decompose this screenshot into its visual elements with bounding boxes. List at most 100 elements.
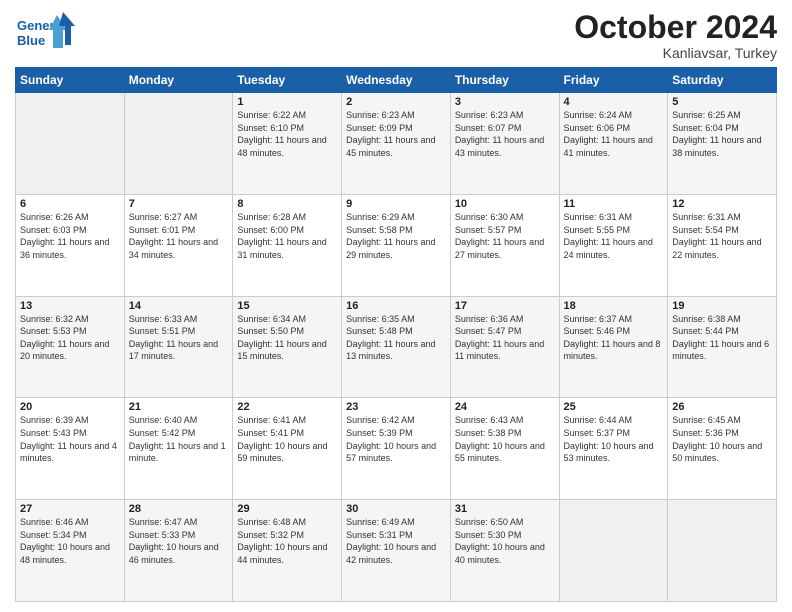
day-info: Sunrise: 6:32 AM Sunset: 5:53 PM Dayligh… [20,313,120,363]
col-wednesday: Wednesday [342,68,451,93]
day-number: 31 [455,503,555,515]
day-info: Sunrise: 6:25 AM Sunset: 6:04 PM Dayligh… [672,109,772,159]
table-row: 6Sunrise: 6:26 AM Sunset: 6:03 PM Daylig… [16,194,125,296]
table-row: 16Sunrise: 6:35 AM Sunset: 5:48 PM Dayli… [342,296,451,398]
table-row: 11Sunrise: 6:31 AM Sunset: 5:55 PM Dayli… [559,194,668,296]
day-info: Sunrise: 6:47 AM Sunset: 5:33 PM Dayligh… [129,516,229,566]
day-info: Sunrise: 6:27 AM Sunset: 6:01 PM Dayligh… [129,211,229,261]
table-row: 17Sunrise: 6:36 AM Sunset: 5:47 PM Dayli… [450,296,559,398]
day-number: 18 [564,300,664,312]
day-info: Sunrise: 6:26 AM Sunset: 6:03 PM Dayligh… [20,211,120,261]
table-row: 13Sunrise: 6:32 AM Sunset: 5:53 PM Dayli… [16,296,125,398]
day-info: Sunrise: 6:49 AM Sunset: 5:31 PM Dayligh… [346,516,446,566]
col-thursday: Thursday [450,68,559,93]
day-info: Sunrise: 6:31 AM Sunset: 5:54 PM Dayligh… [672,211,772,261]
day-info: Sunrise: 6:24 AM Sunset: 6:06 PM Dayligh… [564,109,664,159]
day-info: Sunrise: 6:43 AM Sunset: 5:38 PM Dayligh… [455,414,555,464]
table-row: 20Sunrise: 6:39 AM Sunset: 5:43 PM Dayli… [16,398,125,500]
day-number: 8 [237,198,337,210]
day-number: 19 [672,300,772,312]
day-number: 17 [455,300,555,312]
day-number: 11 [564,198,664,210]
day-info: Sunrise: 6:42 AM Sunset: 5:39 PM Dayligh… [346,414,446,464]
day-number: 16 [346,300,446,312]
day-number: 15 [237,300,337,312]
day-info: Sunrise: 6:45 AM Sunset: 5:36 PM Dayligh… [672,414,772,464]
day-info: Sunrise: 6:35 AM Sunset: 5:48 PM Dayligh… [346,313,446,363]
table-row: 29Sunrise: 6:48 AM Sunset: 5:32 PM Dayli… [233,500,342,602]
table-row: 30Sunrise: 6:49 AM Sunset: 5:31 PM Dayli… [342,500,451,602]
day-number: 2 [346,96,446,108]
day-number: 24 [455,401,555,413]
day-number: 12 [672,198,772,210]
day-info: Sunrise: 6:28 AM Sunset: 6:00 PM Dayligh… [237,211,337,261]
table-row: 22Sunrise: 6:41 AM Sunset: 5:41 PM Dayli… [233,398,342,500]
month-title: October 2024 [574,10,777,45]
day-info: Sunrise: 6:46 AM Sunset: 5:34 PM Dayligh… [20,516,120,566]
day-info: Sunrise: 6:36 AM Sunset: 5:47 PM Dayligh… [455,313,555,363]
table-row: 7Sunrise: 6:27 AM Sunset: 6:01 PM Daylig… [124,194,233,296]
table-row: 3Sunrise: 6:23 AM Sunset: 6:07 PM Daylig… [450,93,559,195]
day-info: Sunrise: 6:50 AM Sunset: 5:30 PM Dayligh… [455,516,555,566]
calendar-table: Sunday Monday Tuesday Wednesday Thursday… [15,67,777,602]
calendar-header-row: Sunday Monday Tuesday Wednesday Thursday… [16,68,777,93]
table-row: 25Sunrise: 6:44 AM Sunset: 5:37 PM Dayli… [559,398,668,500]
table-row: 2Sunrise: 6:23 AM Sunset: 6:09 PM Daylig… [342,93,451,195]
day-number: 22 [237,401,337,413]
day-number: 1 [237,96,337,108]
day-number: 26 [672,401,772,413]
day-info: Sunrise: 6:33 AM Sunset: 5:51 PM Dayligh… [129,313,229,363]
col-tuesday: Tuesday [233,68,342,93]
day-number: 25 [564,401,664,413]
day-number: 29 [237,503,337,515]
table-row: 14Sunrise: 6:33 AM Sunset: 5:51 PM Dayli… [124,296,233,398]
table-row: 12Sunrise: 6:31 AM Sunset: 5:54 PM Dayli… [668,194,777,296]
day-info: Sunrise: 6:29 AM Sunset: 5:58 PM Dayligh… [346,211,446,261]
day-info: Sunrise: 6:44 AM Sunset: 5:37 PM Dayligh… [564,414,664,464]
table-row: 31Sunrise: 6:50 AM Sunset: 5:30 PM Dayli… [450,500,559,602]
table-row: 18Sunrise: 6:37 AM Sunset: 5:46 PM Dayli… [559,296,668,398]
logo-svg: General Blue [15,10,95,55]
day-info: Sunrise: 6:38 AM Sunset: 5:44 PM Dayligh… [672,313,772,363]
day-info: Sunrise: 6:31 AM Sunset: 5:55 PM Dayligh… [564,211,664,261]
day-info: Sunrise: 6:23 AM Sunset: 6:09 PM Dayligh… [346,109,446,159]
table-row [668,500,777,602]
table-row: 27Sunrise: 6:46 AM Sunset: 5:34 PM Dayli… [16,500,125,602]
table-row: 8Sunrise: 6:28 AM Sunset: 6:00 PM Daylig… [233,194,342,296]
day-number: 21 [129,401,229,413]
location-subtitle: Kanliavsar, Turkey [574,45,777,61]
day-info: Sunrise: 6:34 AM Sunset: 5:50 PM Dayligh… [237,313,337,363]
table-row: 26Sunrise: 6:45 AM Sunset: 5:36 PM Dayli… [668,398,777,500]
day-number: 3 [455,96,555,108]
table-row: 15Sunrise: 6:34 AM Sunset: 5:50 PM Dayli… [233,296,342,398]
logo: General Blue [15,10,95,55]
day-number: 28 [129,503,229,515]
day-number: 13 [20,300,120,312]
table-row: 21Sunrise: 6:40 AM Sunset: 5:42 PM Dayli… [124,398,233,500]
table-row: 10Sunrise: 6:30 AM Sunset: 5:57 PM Dayli… [450,194,559,296]
table-row: 23Sunrise: 6:42 AM Sunset: 5:39 PM Dayli… [342,398,451,500]
col-friday: Friday [559,68,668,93]
day-info: Sunrise: 6:22 AM Sunset: 6:10 PM Dayligh… [237,109,337,159]
col-monday: Monday [124,68,233,93]
table-row: 4Sunrise: 6:24 AM Sunset: 6:06 PM Daylig… [559,93,668,195]
day-info: Sunrise: 6:30 AM Sunset: 5:57 PM Dayligh… [455,211,555,261]
day-number: 7 [129,198,229,210]
table-row: 5Sunrise: 6:25 AM Sunset: 6:04 PM Daylig… [668,93,777,195]
calendar-week-row: 20Sunrise: 6:39 AM Sunset: 5:43 PM Dayli… [16,398,777,500]
table-row: 24Sunrise: 6:43 AM Sunset: 5:38 PM Dayli… [450,398,559,500]
day-info: Sunrise: 6:37 AM Sunset: 5:46 PM Dayligh… [564,313,664,363]
table-row [16,93,125,195]
col-saturday: Saturday [668,68,777,93]
svg-text:Blue: Blue [17,33,45,48]
day-number: 14 [129,300,229,312]
title-block: October 2024 Kanliavsar, Turkey [574,10,777,61]
day-info: Sunrise: 6:41 AM Sunset: 5:41 PM Dayligh… [237,414,337,464]
table-row: 28Sunrise: 6:47 AM Sunset: 5:33 PM Dayli… [124,500,233,602]
day-number: 9 [346,198,446,210]
day-number: 10 [455,198,555,210]
day-number: 23 [346,401,446,413]
page: General Blue October 2024 Kanliavsar, Tu… [0,0,792,612]
day-number: 30 [346,503,446,515]
day-number: 4 [564,96,664,108]
